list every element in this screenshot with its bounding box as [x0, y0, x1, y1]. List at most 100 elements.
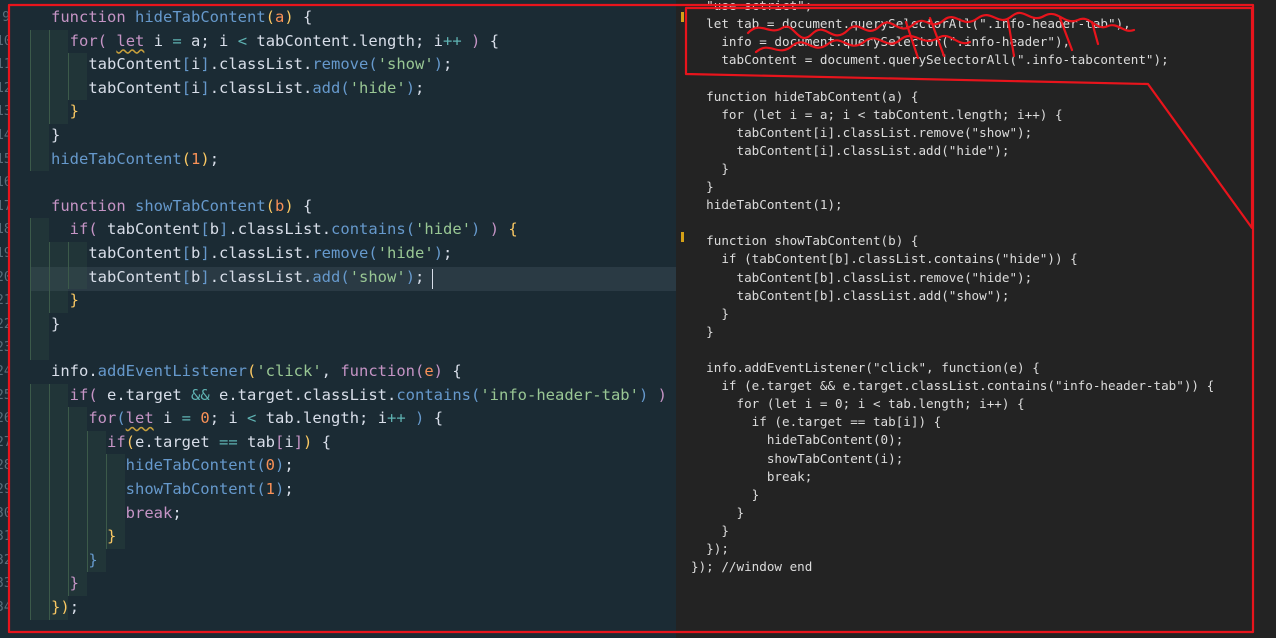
code-token: ,	[321, 362, 341, 380]
formatted-code-line[interactable]: tabContent[b].classList.add("show");	[691, 287, 1009, 305]
code-token: {	[480, 31, 500, 50]
formatted-code-line[interactable]: }	[691, 323, 714, 341]
code-line[interactable]: if( e.target && e.target.classList.conta…	[51, 384, 667, 408]
formatted-code-line[interactable]: hideTabContent(1);	[691, 196, 843, 214]
code-line[interactable]: tabContent[b].classList.add('show');	[51, 266, 424, 290]
code-line[interactable]: if( tabContent[b].classList.contains('hi…	[51, 218, 518, 242]
formatted-code-line[interactable]: if (e.target && e.target.classList.conta…	[691, 377, 1214, 395]
formatted-code-line[interactable]: if (tabContent[b].classList.contains("hi…	[691, 250, 1077, 268]
code-line[interactable]: tabContent[b].classList.remove('hide');	[51, 242, 452, 266]
formatted-code-line[interactable]: showTabContent(i);	[691, 450, 904, 468]
line-number: 33	[0, 576, 10, 592]
line-number: 19	[0, 246, 10, 261]
line-number: 17	[0, 198, 10, 214]
code-line[interactable]: tabContent[i].classList.remove('show');	[51, 53, 452, 77]
code-token: i	[191, 78, 201, 97]
formatted-code-line[interactable]: }	[691, 178, 714, 196]
formatted-code-line[interactable]: tabContent[i].classList.add("hide");	[691, 142, 1009, 160]
code-token: (	[181, 149, 191, 168]
code-line[interactable]: tabContent[i].classList.add('hide');	[51, 77, 424, 101]
line-number: 25	[0, 387, 10, 403]
line-number: 28	[0, 458, 10, 474]
code-line[interactable]: info.addEventListener('click', function(…	[51, 360, 462, 384]
formatted-code-line[interactable]: for (let i = a; i < tabContent.length; i…	[691, 106, 1062, 124]
code-token: 'hide'	[377, 244, 434, 262]
code-line[interactable]: }	[51, 572, 79, 596]
line-number: 22	[0, 316, 10, 332]
code-line[interactable]: for(let i = 0; i < tab.length; i++ ) {	[51, 407, 443, 431]
code-line[interactable]: if(e.target == tab[i]) {	[51, 431, 331, 455]
formatted-code-line[interactable]: let tab = document.querySelectorAll(".in…	[691, 15, 1131, 33]
formatted-code-line[interactable]: info = document.querySelector(".info-hea…	[691, 33, 1070, 51]
code-line[interactable]: }	[51, 100, 79, 124]
code-line[interactable]: break;	[51, 502, 182, 526]
code-token: .classList.	[228, 220, 332, 239]
code-token: }	[51, 598, 61, 616]
code-line[interactable]: function showTabContent(b) {	[51, 195, 312, 219]
line-number: 16	[0, 175, 10, 191]
code-token: tabContent.length; i	[247, 31, 444, 50]
indent-guide	[30, 218, 49, 360]
code-token: ]	[200, 78, 210, 97]
formatted-code-line[interactable]: tabContent[i].classList.remove("show");	[691, 124, 1032, 142]
code-token: ;	[415, 78, 425, 97]
formatted-code-line[interactable]: });	[691, 540, 729, 558]
line-number: 32	[0, 552, 10, 568]
line-number: 29	[0, 482, 10, 497]
code-editor-right[interactable]: "use sctrict"; let tab = document.queryS…	[676, 0, 1276, 638]
formatted-code-line[interactable]: if (e.target == tab[i]) {	[691, 413, 942, 431]
formatted-code-line[interactable]: tabContent = document.querySelectorAll("…	[691, 51, 1168, 69]
formatted-code-line[interactable]: }	[691, 504, 744, 522]
formatted-code-line[interactable]: for (let i = 0; i < tab.length; i++) {	[691, 395, 1024, 413]
formatted-code-line[interactable]: info.addEventListener("click", function(…	[691, 359, 1040, 377]
formatted-code-line[interactable]: }	[691, 486, 760, 504]
code-line[interactable]: });	[51, 596, 79, 620]
formatted-code-line[interactable]: hideTabContent(0);	[691, 431, 904, 449]
code-token: &&	[191, 385, 210, 404]
code-token: for	[69, 31, 98, 50]
code-line[interactable]: }	[51, 313, 60, 337]
formatted-code-line[interactable]: tabContent[b].classList.remove("hide");	[691, 269, 1032, 287]
code-line[interactable]: }	[51, 124, 60, 148]
code-token: =	[181, 409, 192, 428]
formatted-code-line[interactable]: }	[691, 522, 729, 540]
code-line[interactable]: }	[51, 525, 116, 549]
formatted-code-line[interactable]: }	[691, 160, 729, 178]
formatted-code-line[interactable]: function showTabContent(b) {	[691, 232, 918, 250]
code-editor-left[interactable]: 9101112131415161718192021222324252627282…	[0, 0, 676, 638]
code-token: )	[60, 598, 70, 616]
code-token: ;	[415, 267, 425, 286]
code-token: tab	[237, 432, 276, 451]
line-number: 10	[0, 33, 10, 49]
code-line[interactable]: showTabContent(1);	[51, 478, 294, 502]
code-line[interactable]: for( let i = a; i < tabContent.length; i…	[51, 30, 499, 54]
code-line[interactable]: hideTabContent(0);	[51, 454, 294, 478]
code-token: (	[340, 267, 350, 286]
formatted-code-line[interactable]: }); //window end	[691, 558, 812, 576]
code-token: [	[275, 432, 285, 451]
code-token: (	[256, 480, 266, 498]
code-token: }	[69, 574, 80, 593]
code-line[interactable]: function hideTabContent(a) {	[51, 6, 312, 30]
formatted-code-line[interactable]: break;	[691, 468, 813, 486]
formatted-code-line[interactable]: }	[691, 305, 729, 323]
code-line[interactable]: }	[51, 289, 79, 313]
formatted-code-line[interactable]: function hideTabContent(a) {	[691, 88, 918, 106]
code-token: (	[256, 456, 266, 475]
code-token: [	[181, 244, 191, 262]
code-token: for	[88, 409, 117, 428]
code-token: }	[51, 314, 61, 333]
code-token: tabContent	[51, 267, 182, 286]
code-token: (	[116, 409, 126, 428]
code-line[interactable]: hideTabContent(1);	[51, 148, 219, 172]
code-token: contains	[396, 385, 471, 404]
formatted-code-line[interactable]: "use sctrict";	[691, 0, 812, 15]
code-token: [	[181, 267, 191, 286]
code-token: (	[368, 55, 378, 74]
code-token: (	[265, 8, 275, 26]
code-token: (	[88, 385, 98, 404]
code-line[interactable]: }	[51, 549, 97, 573]
